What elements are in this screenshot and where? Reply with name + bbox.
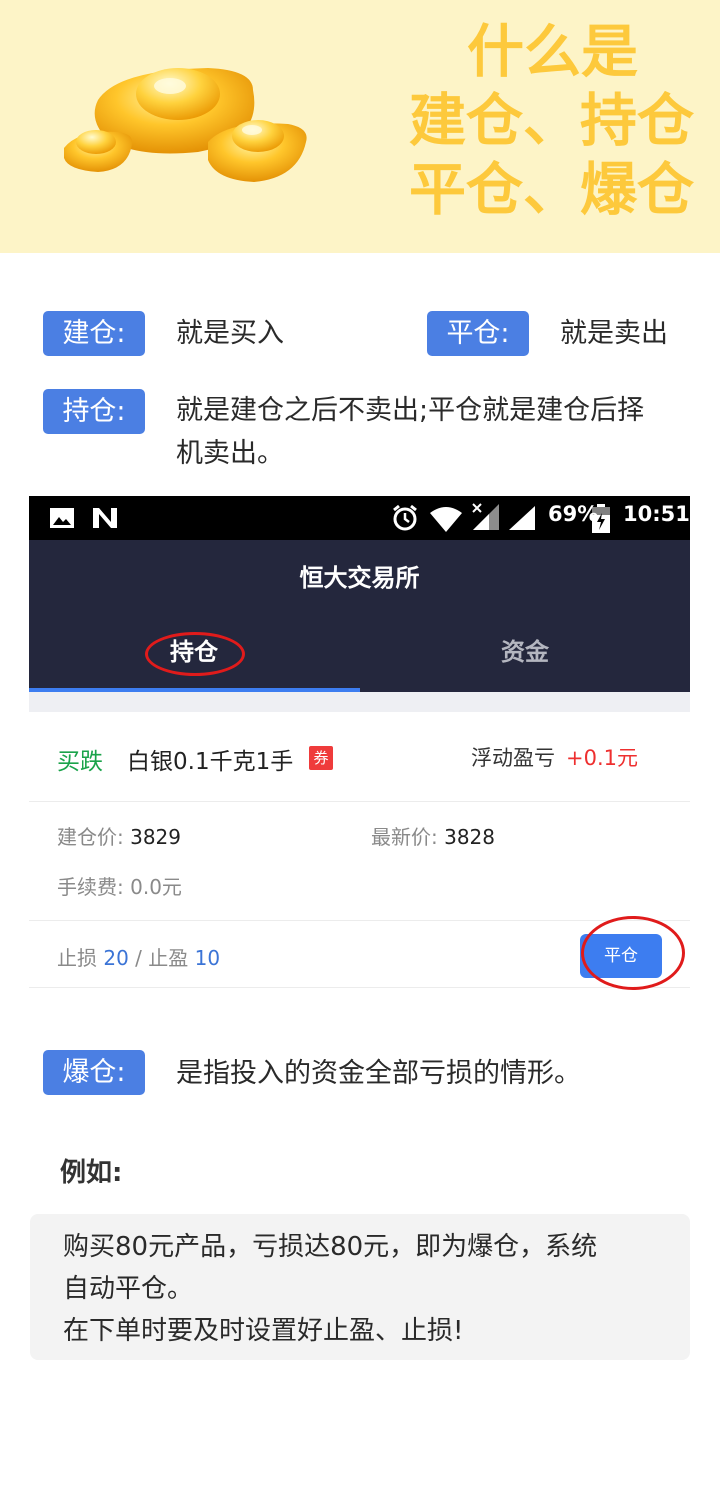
- stops-separator: /: [135, 946, 142, 970]
- signal-icon: [472, 503, 499, 530]
- tag-hold-position: 持仓:: [43, 389, 145, 434]
- header-banner: 什么是 建仓、持仓 平仓、爆仓: [0, 0, 720, 253]
- product-name: 白银0.1千克1手: [127, 749, 294, 775]
- alarm-icon: [393, 504, 417, 531]
- status-bar: 69% 10:51: [29, 496, 690, 540]
- take-profit-label: 止盈: [148, 946, 189, 970]
- position-details: 建仓价: 3829 最新价: 3828 手续费: 0.0元: [29, 803, 690, 921]
- stop-settings: 止损 20 / 止盈 10: [57, 942, 220, 971]
- tab-funds[interactable]: 资金: [360, 632, 690, 667]
- tag-close-position: 平仓:: [427, 311, 529, 356]
- example-box: 购买80元产品，亏损达80元，即为爆仓，系统 自动平仓。 在下单时要及时设置好止…: [30, 1214, 690, 1360]
- take-profit-value: 10: [194, 946, 221, 970]
- divider-strip: [29, 692, 690, 712]
- signal-full-icon: [509, 506, 535, 530]
- banner-title-line-1: 什么是: [467, 19, 638, 85]
- trade-direction: 买跌: [57, 749, 103, 775]
- example-line-1: 购买80元产品，亏损达80元，即为爆仓，系统: [63, 1232, 598, 1262]
- open-price-value: 3829: [130, 825, 182, 849]
- banner-title-line-2: 建仓、持仓: [409, 88, 694, 154]
- definition-hold-line-1: 就是建仓之后不卖出;平仓就是建仓后择: [176, 395, 645, 426]
- n-logo-icon: [93, 508, 117, 528]
- latest-price: 最新价: 3828: [371, 821, 495, 850]
- tag-liquidation: 爆仓:: [43, 1050, 145, 1095]
- example-line-3: 在下单时要及时设置好止盈、止损!: [63, 1316, 464, 1346]
- banner-title: 什么是 建仓、持仓 平仓、爆仓: [374, 18, 694, 225]
- tag-open-position: 建仓:: [43, 311, 145, 356]
- app-screenshot: 69% 10:51 恒大交易所 持仓 资金 买跌 白银0.1千克1手 券 浮动盈…: [29, 496, 690, 990]
- gold-ingots-icon: [64, 68, 307, 182]
- latest-price-value: 3828: [444, 825, 496, 849]
- fee-value: 0.0元: [130, 875, 182, 899]
- floating-pnl-label: 浮动盈亏: [471, 746, 555, 770]
- coupon-badge: 券: [309, 746, 333, 770]
- battery-icon: [592, 504, 610, 533]
- example-line-2: 自动平仓。: [63, 1274, 194, 1304]
- example-text: 购买80元产品，亏损达80元，即为爆仓，系统 自动平仓。 在下单时要及时设置好止…: [63, 1226, 673, 1352]
- fee: 手续费: 0.0元: [57, 871, 182, 900]
- stop-loss-label: 止损: [57, 946, 97, 970]
- banner-title-line-3: 平仓、爆仓: [409, 157, 694, 223]
- position-summary-row[interactable]: 买跌 白银0.1千克1手 券 浮动盈亏 +0.1元: [29, 712, 690, 802]
- definition-close-position: 就是卖出: [560, 318, 668, 349]
- highlight-circle-close-button: [581, 916, 685, 990]
- definition-open-position: 就是买入: [176, 318, 284, 349]
- fee-label: 手续费:: [57, 875, 124, 899]
- definition-hold-position: 就是建仓之后不卖出;平仓就是建仓后择 机卖出。: [176, 389, 696, 475]
- floating-pnl-value: +0.1元: [566, 746, 638, 770]
- example-heading: 例如:: [60, 1158, 123, 1188]
- app-title: 恒大交易所: [299, 564, 420, 592]
- wifi-icon: [430, 507, 462, 532]
- definition-hold-line-2: 机卖出。: [176, 438, 284, 469]
- status-time: 10:51: [623, 502, 690, 526]
- stop-loss-value: 20: [103, 946, 129, 970]
- highlight-circle-positions-tab: [145, 632, 245, 676]
- open-price-label: 建仓价:: [57, 825, 124, 849]
- definition-liquidation: 是指投入的资金全部亏损的情形。: [176, 1058, 581, 1089]
- app-header: 恒大交易所 持仓 资金: [29, 540, 690, 692]
- open-price: 建仓价: 3829: [57, 821, 181, 850]
- latest-price-label: 最新价:: [371, 825, 438, 849]
- image-icon: [50, 508, 74, 528]
